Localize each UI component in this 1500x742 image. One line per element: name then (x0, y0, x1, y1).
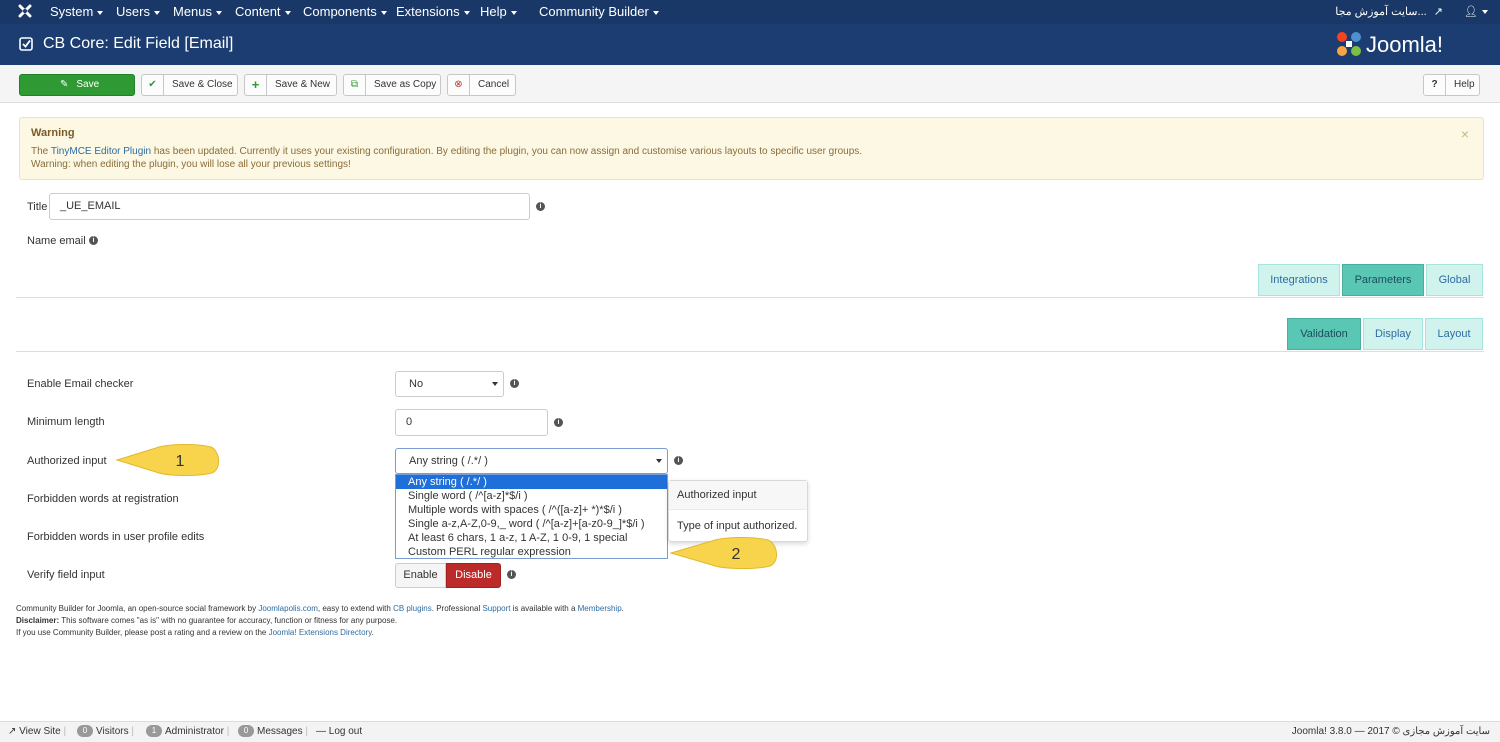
field-tooltip: Authorized input Type of input authorize… (668, 480, 808, 542)
cancel-icon: ⊗ (448, 75, 470, 95)
dropdown-option[interactable]: At least 6 chars, 1 a-z, 1 A-Z, 1 0-9, 1… (396, 531, 667, 545)
tooltip-heading: Authorized input (669, 481, 807, 510)
menu-users[interactable]: Users (116, 0, 160, 24)
forbidden-profile-label: Forbidden words in user profile edits (27, 531, 205, 543)
tab-layout[interactable]: Layout (1425, 318, 1483, 350)
joomlapolis-link[interactable]: Joomlapolis.com (258, 604, 318, 613)
view-site-link[interactable]: ↗ View Site | (8, 722, 66, 742)
edit-icon: ✎ (60, 79, 69, 90)
footer-line-2: Disclaimer: This software comes "as is" … (16, 616, 398, 625)
site-link[interactable]: سایت آموزش مجا... (1335, 6, 1426, 18)
joomla-logo: Joomla! (1337, 32, 1443, 57)
info-icon[interactable]: i (536, 202, 545, 211)
menu-help[interactable]: Help (480, 0, 517, 24)
svg-text:2: 2 (732, 546, 741, 563)
footer-line-3: If you use Community Builder, please pos… (16, 628, 374, 637)
tab-display[interactable]: Display (1363, 318, 1423, 350)
administrator-status[interactable]: 1 Administrator | (146, 722, 229, 742)
joomla-menu-icon[interactable] (18, 4, 32, 18)
info-icon[interactable]: i (507, 570, 516, 579)
info-icon[interactable]: i (554, 418, 563, 427)
callout-1: 1 (116, 444, 220, 476)
menu-menus[interactable]: Menus (173, 0, 223, 24)
menu-components[interactable]: Components (303, 0, 387, 24)
email-checker-label: Enable Email checker (27, 378, 134, 390)
alert-close-icon[interactable]: × (1461, 126, 1469, 142)
topbar-right: سایت آموزش مجا... ↗ 👤︎ (1335, 0, 1488, 24)
menu-content[interactable]: Content (235, 0, 291, 24)
title-input[interactable]: _UE_EMAIL (49, 193, 530, 220)
alert-line-2: Warning: when editing the plugin, you wi… (31, 159, 351, 170)
save-new-button[interactable]: + Save & New (244, 74, 337, 96)
svg-text:Joomla!: Joomla! (1366, 32, 1443, 57)
help-button[interactable]: ? Help (1423, 74, 1480, 96)
alert-heading: Warning (31, 127, 75, 139)
external-link-icon: ↗ (1433, 6, 1443, 18)
footer-line-1: Community Builder for Joomla, an open-so… (16, 604, 624, 613)
menu-system[interactable]: System (50, 0, 104, 24)
chevron-down-icon (656, 459, 662, 463)
verify-disable-button[interactable]: Disable (446, 563, 501, 588)
min-length-input[interactable]: 0 (395, 409, 548, 436)
cancel-button[interactable]: ⊗ Cancel (447, 74, 516, 96)
support-link[interactable]: Support (482, 604, 510, 613)
verify-enable-button[interactable]: Enable (395, 563, 446, 588)
logout-link[interactable]: — Log out (316, 722, 362, 742)
messages-status[interactable]: 0 Messages | (238, 722, 308, 742)
forbidden-registration-label: Forbidden words at registration (27, 493, 179, 505)
dropdown-option[interactable]: Multiple words with spaces ( /^([a-z]+ *… (396, 503, 667, 517)
warning-alert: Warning The TinyMCE Editor Plugin has be… (19, 117, 1484, 180)
tab-global[interactable]: Global (1426, 264, 1483, 296)
page-title: CB Core: Edit Field [Email] (43, 35, 234, 52)
info-icon[interactable]: i (510, 379, 519, 388)
status-bar: ↗ View Site | 0 Visitors | 1 Administrator… (0, 721, 1500, 742)
dropdown-option[interactable]: Any string ( /.*/ ) (396, 475, 667, 489)
tab-validation[interactable]: Validation (1287, 318, 1361, 350)
user-icon[interactable]: 👤︎ (1464, 6, 1478, 18)
help-icon: ? (1424, 75, 1446, 95)
verify-input-label: Verify field input (27, 569, 105, 581)
jed-link[interactable]: Joomla! Extensions Directory (269, 628, 372, 637)
dropdown-option[interactable]: Single a-z,A-Z,0-9,_ word ( /^[a-z]+[a-z… (396, 517, 667, 531)
admin-topbar: System Users Menus Content Components Ex… (0, 0, 1500, 24)
cb-plugins-link[interactable]: CB plugins (393, 604, 432, 613)
edit-check-icon (19, 37, 33, 51)
save-copy-button[interactable]: ⧉ Save as Copy (343, 74, 441, 96)
tab-parameters[interactable]: Parameters (1342, 264, 1424, 296)
dropdown-option[interactable]: Custom PERL regular expression (396, 545, 667, 559)
visitors-status[interactable]: 0 Visitors | (77, 722, 134, 742)
save-button[interactable]: ✎ Save (19, 74, 135, 96)
alert-line-1: The TinyMCE Editor Plugin has been updat… (31, 146, 863, 157)
external-link-icon: ↗ (8, 726, 17, 737)
plus-icon: + (245, 75, 267, 95)
divider (16, 297, 1484, 298)
version-info: Joomla! 3.8.0 — سایت آموزش مجازی © 2017 (1291, 726, 1490, 737)
info-icon[interactable]: i (674, 456, 683, 465)
authorized-input-dropdown: Any string ( /.*/ ) Single word ( /^[a-z… (395, 474, 668, 559)
menu-extensions[interactable]: Extensions (396, 0, 470, 24)
chevron-down-icon (492, 382, 498, 386)
name-label: Name email (27, 235, 86, 247)
toolbar: ✎ Save ✔ Save & Close + Save & New ⧉ Save as… (0, 65, 1500, 103)
tab-integrations[interactable]: Integrations (1258, 264, 1340, 296)
callout-2: 2 (670, 537, 777, 569)
title-label: Title (27, 201, 48, 213)
email-checker-select[interactable]: No (395, 371, 504, 397)
min-length-label: Minimum length (27, 416, 105, 428)
svg-text:1: 1 (176, 453, 185, 470)
tooltip-body: Type of input authorized. (677, 520, 798, 532)
authorized-input-select[interactable]: Any string ( /.*/ ) (395, 448, 668, 474)
divider (16, 351, 1484, 352)
copy-icon: ⧉ (344, 75, 366, 95)
minus-icon: — (316, 726, 326, 737)
menu-community-builder[interactable]: Community Builder (539, 0, 659, 24)
check-icon: ✔ (142, 75, 164, 95)
info-icon[interactable]: i (89, 236, 98, 245)
authorized-input-label: Authorized input (27, 455, 107, 467)
page-header: CB Core: Edit Field [Email] Joomla! (0, 24, 1500, 65)
dropdown-option[interactable]: Single word ( /^[a-z]*$/i ) (396, 489, 667, 503)
membership-link[interactable]: Membership (578, 604, 622, 613)
tinymce-plugin-link[interactable]: TinyMCE Editor Plugin (51, 146, 151, 157)
save-close-button[interactable]: ✔ Save & Close (141, 74, 238, 96)
